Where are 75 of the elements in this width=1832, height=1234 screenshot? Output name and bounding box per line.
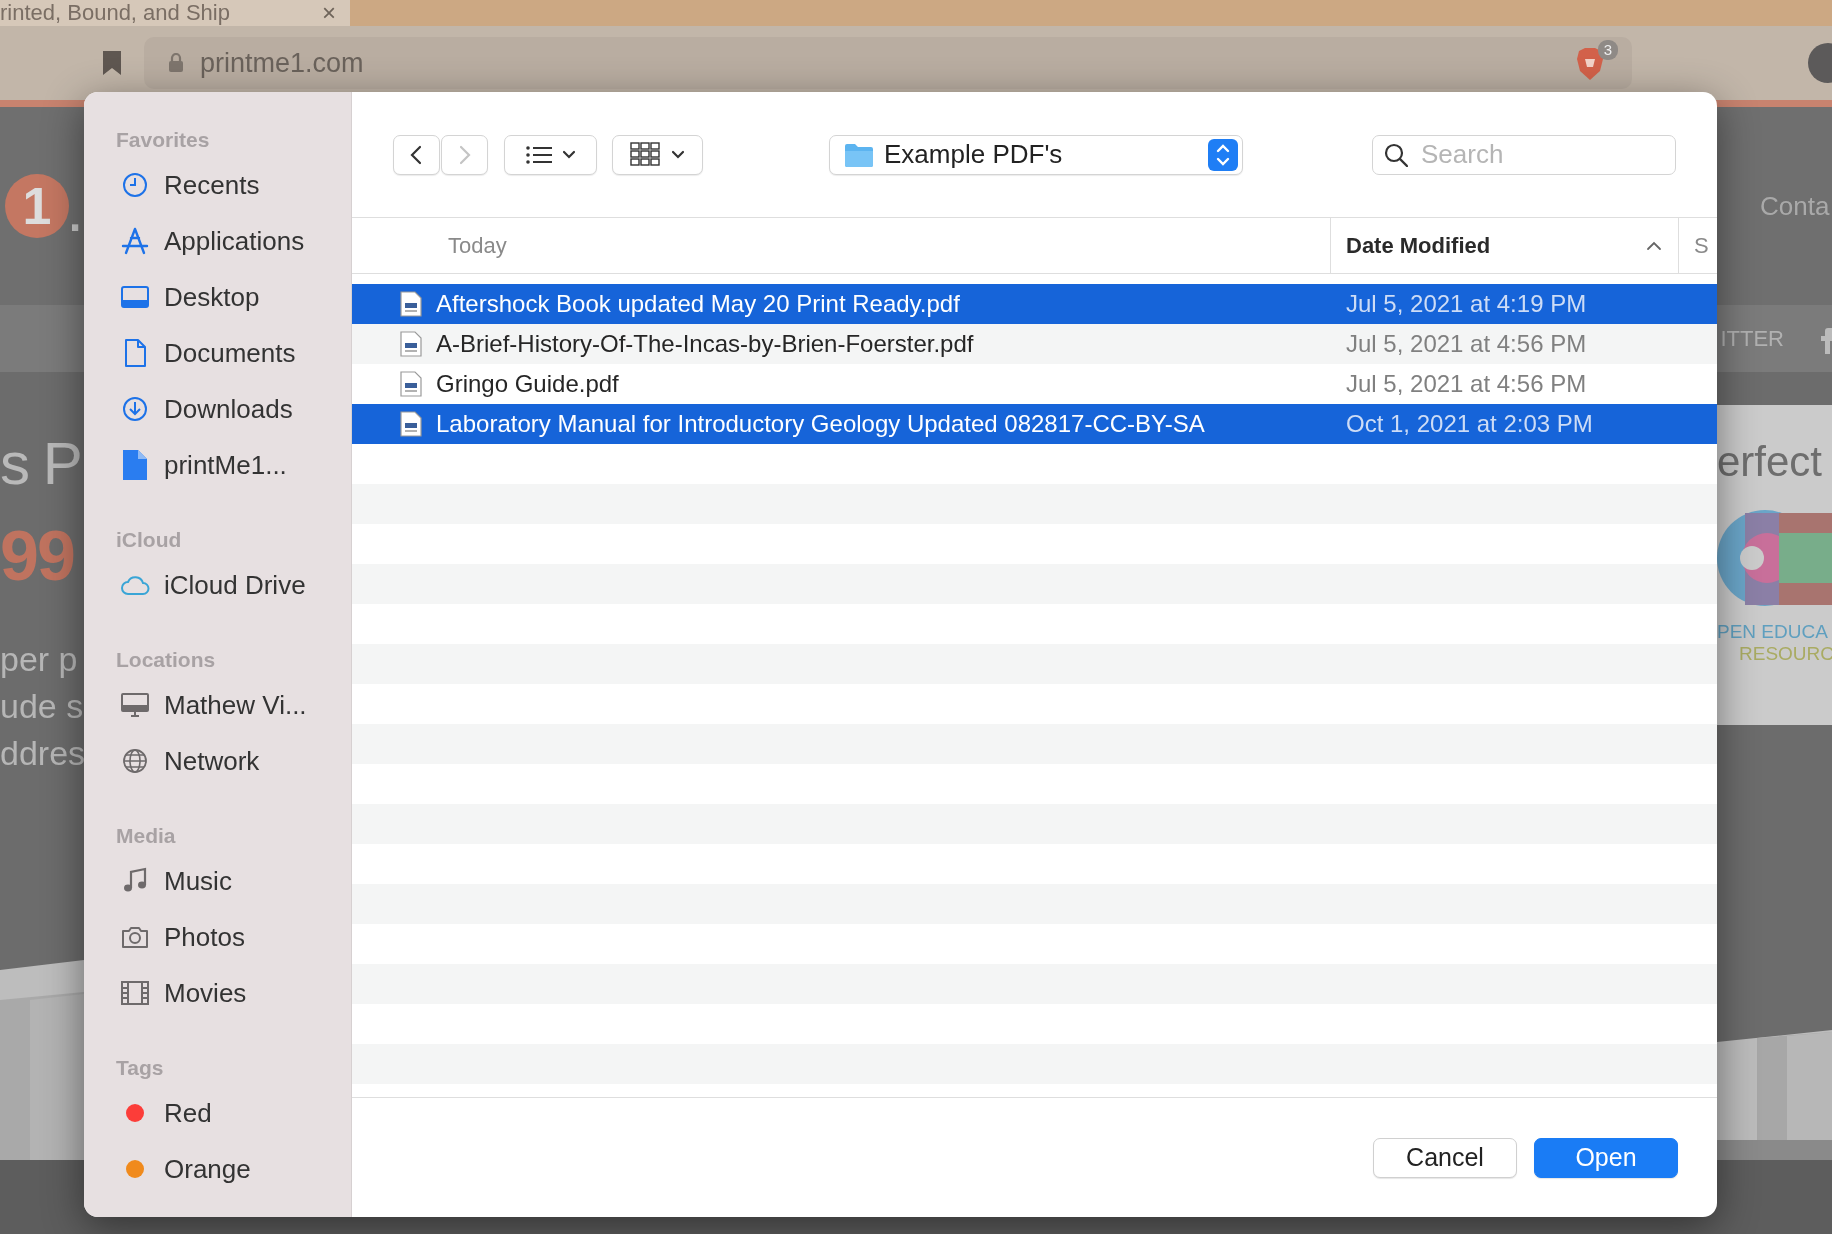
chevron-down-icon <box>561 149 576 160</box>
tab-title: rinted, Bound, and Ship <box>0 0 230 26</box>
section-heading: Favorites <box>115 127 211 153</box>
sidebar-item[interactable]: Documents <box>84 325 351 381</box>
url-text: printme1.com <box>200 47 364 79</box>
sidebar-item[interactable]: iCloud Drive <box>84 557 351 613</box>
file-name: Gringo Guide.pdf <box>436 370 619 398</box>
file-date: Jul 5, 2021 at 4:56 PM <box>1345 330 1588 358</box>
section-heading: iCloud <box>115 527 183 553</box>
sidebar-item[interactable]: Red <box>84 1085 351 1141</box>
card-heading: erfect <box>1717 437 1824 487</box>
headline-text: s P <box>0 429 82 499</box>
search-icon <box>1384 142 1408 167</box>
file-name: Aftershock Book updated May 20 Print Ready.pdf <box>436 290 960 318</box>
body-text: ddres <box>0 733 84 774</box>
folder-icon <box>844 142 874 167</box>
sidebar-item[interactable]: Orange <box>84 1141 351 1197</box>
section-heading: Tags <box>115 1055 165 1081</box>
film-icon <box>120 978 150 1008</box>
download-icon <box>120 394 150 424</box>
bookmark-icon[interactable] <box>102 50 122 76</box>
sidebar-item[interactable]: Movies <box>84 965 351 1021</box>
search-field[interactable]: Search <box>1372 134 1676 175</box>
file-date: Jul 5, 2021 at 4:19 PM <box>1345 290 1588 318</box>
file-date: Jul 5, 2021 at 4:56 PM <box>1345 370 1588 398</box>
pdf-file-icon <box>400 331 422 357</box>
logo-badge: 1 <box>5 174 69 238</box>
file-row[interactable]: Laboratory Manual for Introductory Geology Updated 082817-CC-BY-SA Oct 1, 2021 at 2:03 PM <box>352 404 1717 444</box>
pdf-file-icon <box>400 291 422 317</box>
sidebar-item[interactable]: Recents <box>84 157 351 213</box>
file-row[interactable]: Gringo Guide.pdf Jul 5, 2021 at 4:56 PM <box>352 364 1717 404</box>
chevron-down-icon <box>671 149 685 160</box>
sidebar-item[interactable]: Music <box>84 853 351 909</box>
dialog-button[interactable]: Cancel <box>1373 1137 1517 1178</box>
pdf-file-icon <box>400 371 422 397</box>
grid-view-button[interactable] <box>612 134 703 175</box>
monitor-icon <box>120 690 150 720</box>
column-header[interactable]: Date Modified <box>1330 218 1678 273</box>
list-icon <box>525 144 552 165</box>
stepper-icon <box>1208 138 1238 171</box>
sidebar-item[interactable]: Mathew Vi... <box>84 677 351 733</box>
sidebar-item[interactable]: Applications <box>84 213 351 269</box>
sidebar-item[interactable]: Desktop <box>84 269 351 325</box>
body-text: per p <box>0 639 79 680</box>
logo-caption: PEN EDUCA <box>1717 621 1829 643</box>
applications-icon <box>120 226 150 256</box>
sidebar-item[interactable]: printMe1... <box>84 437 351 493</box>
section-heading: Locations <box>115 647 217 673</box>
grid-icon <box>630 142 661 167</box>
pdf-file-icon <box>400 411 422 437</box>
body-text: ude s <box>0 686 84 727</box>
extension-badge: 3 <box>1598 40 1618 60</box>
lion-icon[interactable] <box>1576 47 1604 81</box>
clock-icon <box>120 170 150 200</box>
file-row[interactable]: A-Brief-History-Of-The-Incas-by-Brien-Foerster.pdf Jul 5, 2021 at 4:56 PM <box>352 324 1717 364</box>
back-button[interactable] <box>393 134 440 175</box>
file-name: Laboratory Manual for Introductory Geology Updated 082817-CC-BY-SA <box>436 410 1205 438</box>
sort-chevron-icon <box>1646 240 1662 251</box>
sidebar-item[interactable]: Network <box>84 733 351 789</box>
logo-text: . <box>69 194 82 238</box>
column-header[interactable]: S <box>1678 218 1717 273</box>
section-heading: Media <box>115 823 177 849</box>
file-row[interactable]: Aftershock Book updated May 20 Print Ready.pdf Jul 5, 2021 at 4:19 PM <box>352 284 1717 324</box>
file-name: A-Brief-History-Of-The-Incas-by-Brien-Foerster.pdf <box>436 330 974 358</box>
file-date: Oct 1, 2021 at 2:03 PM <box>1345 410 1594 438</box>
sidebar-item[interactable]: Photos <box>84 909 351 965</box>
lock-icon <box>168 53 184 73</box>
dialog-button[interactable]: Open <box>1534 1137 1678 1178</box>
file-icon <box>120 450 150 480</box>
location-popup[interactable]: Example PDF's <box>829 134 1243 175</box>
sidebar-item[interactable]: Downloads <box>84 381 351 437</box>
tab-close-button[interactable]: × <box>322 0 336 26</box>
list-view-button[interactable] <box>504 134 597 175</box>
globe-icon <box>120 746 150 776</box>
price-text: 99 <box>0 516 75 597</box>
